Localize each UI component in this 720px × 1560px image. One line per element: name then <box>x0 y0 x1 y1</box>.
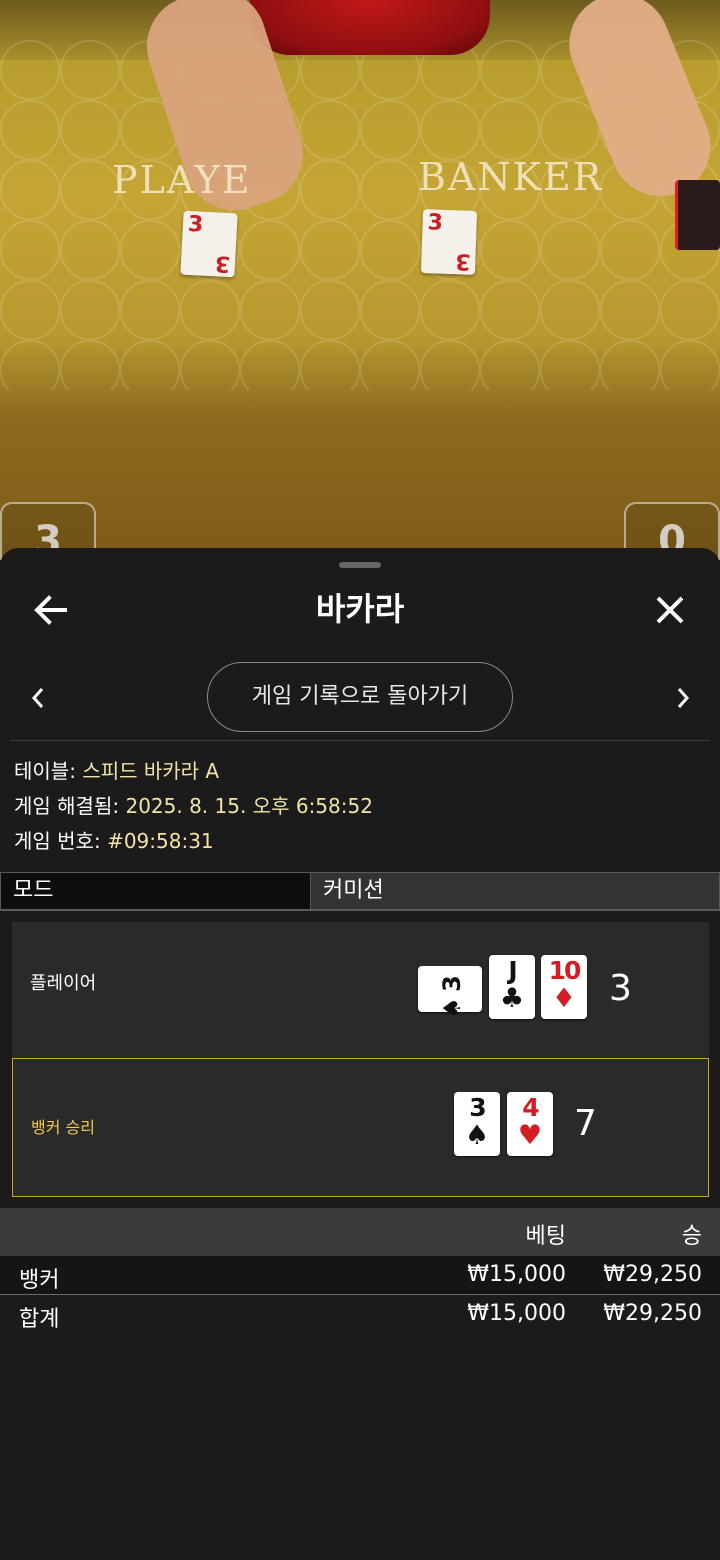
card-rank: 3 <box>438 977 466 992</box>
card-rank: 3 <box>469 1093 486 1122</box>
live-video-feed: PLAYE BANKER 3 3 3 3 3 0 <box>0 0 720 560</box>
row-name: 뱅커 <box>19 1268 60 1293</box>
player-score: 3 <box>609 968 632 1009</box>
felt-card-rank: 3 <box>214 250 231 277</box>
banker-hand: 뱅커 승리 3 ♠ 4 ♥ 7 <box>12 1058 709 1197</box>
close-button[interactable] <box>642 582 698 638</box>
player-card-3: 10 ♦ <box>541 955 587 1019</box>
mode-row: 모드 커미션 <box>0 872 720 910</box>
card-suit: ♥ <box>517 1120 543 1151</box>
banker-win-label: 뱅커 승리 <box>31 1118 95 1137</box>
bets-table-header: 베팅 승 <box>0 1208 720 1256</box>
page-title: 바카라 <box>315 590 405 628</box>
info-key: 테이블: <box>14 759 76 783</box>
info-key: 게임 번호: <box>14 829 101 853</box>
row-name: 합계 <box>19 1307 60 1332</box>
felt-card-rank: 3 <box>454 248 471 274</box>
card-rank: 4 <box>522 1093 539 1122</box>
header-win: 승 <box>681 1224 702 1249</box>
felt-banker-label: BANKER <box>418 155 604 199</box>
row-bet: ₩15,000 <box>467 1262 566 1287</box>
info-value: 2025. 8. 15. 오후 6:58:52 <box>125 794 373 818</box>
info-resolved: 게임 해결됨: 2025. 8. 15. 오후 6:58:52 <box>14 794 373 818</box>
felt-banker-card: 3 3 <box>420 209 478 275</box>
table-row: 뱅커 ₩15,000 ₩29,250 <box>0 1256 720 1294</box>
card-rank: 10 <box>548 956 582 985</box>
felt-player-label: PLAYE <box>112 158 252 202</box>
info-table: 테이블: 스피드 바카라 A <box>14 759 219 783</box>
info-game-number: 게임 번호: #09:58:31 <box>14 829 214 853</box>
table-row-total: 합계 ₩15,000 ₩29,250 <box>0 1295 720 1333</box>
drag-handle[interactable] <box>339 562 381 568</box>
player-card-2: J ♣ <box>489 955 535 1019</box>
row-win: ₩29,250 <box>603 1301 702 1326</box>
back-to-history-button[interactable]: 게임 기록으로 돌아가기 <box>207 662 513 732</box>
mode-value: 커미션 <box>311 872 720 910</box>
card-suit: ♦ <box>551 983 577 1014</box>
row-win: ₩29,250 <box>603 1262 702 1287</box>
divider <box>0 910 720 911</box>
divider <box>10 740 710 741</box>
player-hand: 플레이어 ♠ 3 J ♣ 10 ♦ 3 <box>12 922 709 1058</box>
player-card-1: ♠ 3 <box>418 966 482 1019</box>
mode-label: 모드 <box>0 872 311 910</box>
card-suit: ♣ <box>499 983 525 1014</box>
felt-card-rank: 3 <box>427 210 444 236</box>
dealer-dress <box>250 0 490 55</box>
game-detail-sheet: 바카라 게임 기록으로 돌아가기 테이블: 스피드 바카라 A 게임 해결됨: … <box>0 548 720 1560</box>
previous-game-button[interactable] <box>18 678 58 718</box>
card-suit: ♠ <box>464 1120 490 1151</box>
felt-player-card: 3 3 <box>180 210 238 278</box>
player-hand-label: 플레이어 <box>30 973 97 994</box>
felt-card-rank: 3 <box>187 211 204 238</box>
close-icon <box>656 596 684 624</box>
banker-score: 7 <box>574 1103 597 1144</box>
row-bet: ₩15,000 <box>467 1301 566 1326</box>
card-rank: J <box>508 956 517 985</box>
header-bet: 베팅 <box>525 1224 566 1249</box>
banker-card-1: 3 ♠ <box>454 1092 500 1156</box>
info-key: 게임 해결됨: <box>14 794 120 818</box>
banker-card-2: 4 ♥ <box>507 1092 553 1156</box>
info-value: 스피드 바카라 A <box>82 759 220 783</box>
card-suit: ♠ <box>438 997 466 1019</box>
next-game-button[interactable] <box>663 678 703 718</box>
chevron-right-icon <box>677 688 690 708</box>
info-value: #09:58:31 <box>107 829 214 853</box>
card-shoe <box>675 180 720 250</box>
chevron-left-icon <box>31 688 44 708</box>
